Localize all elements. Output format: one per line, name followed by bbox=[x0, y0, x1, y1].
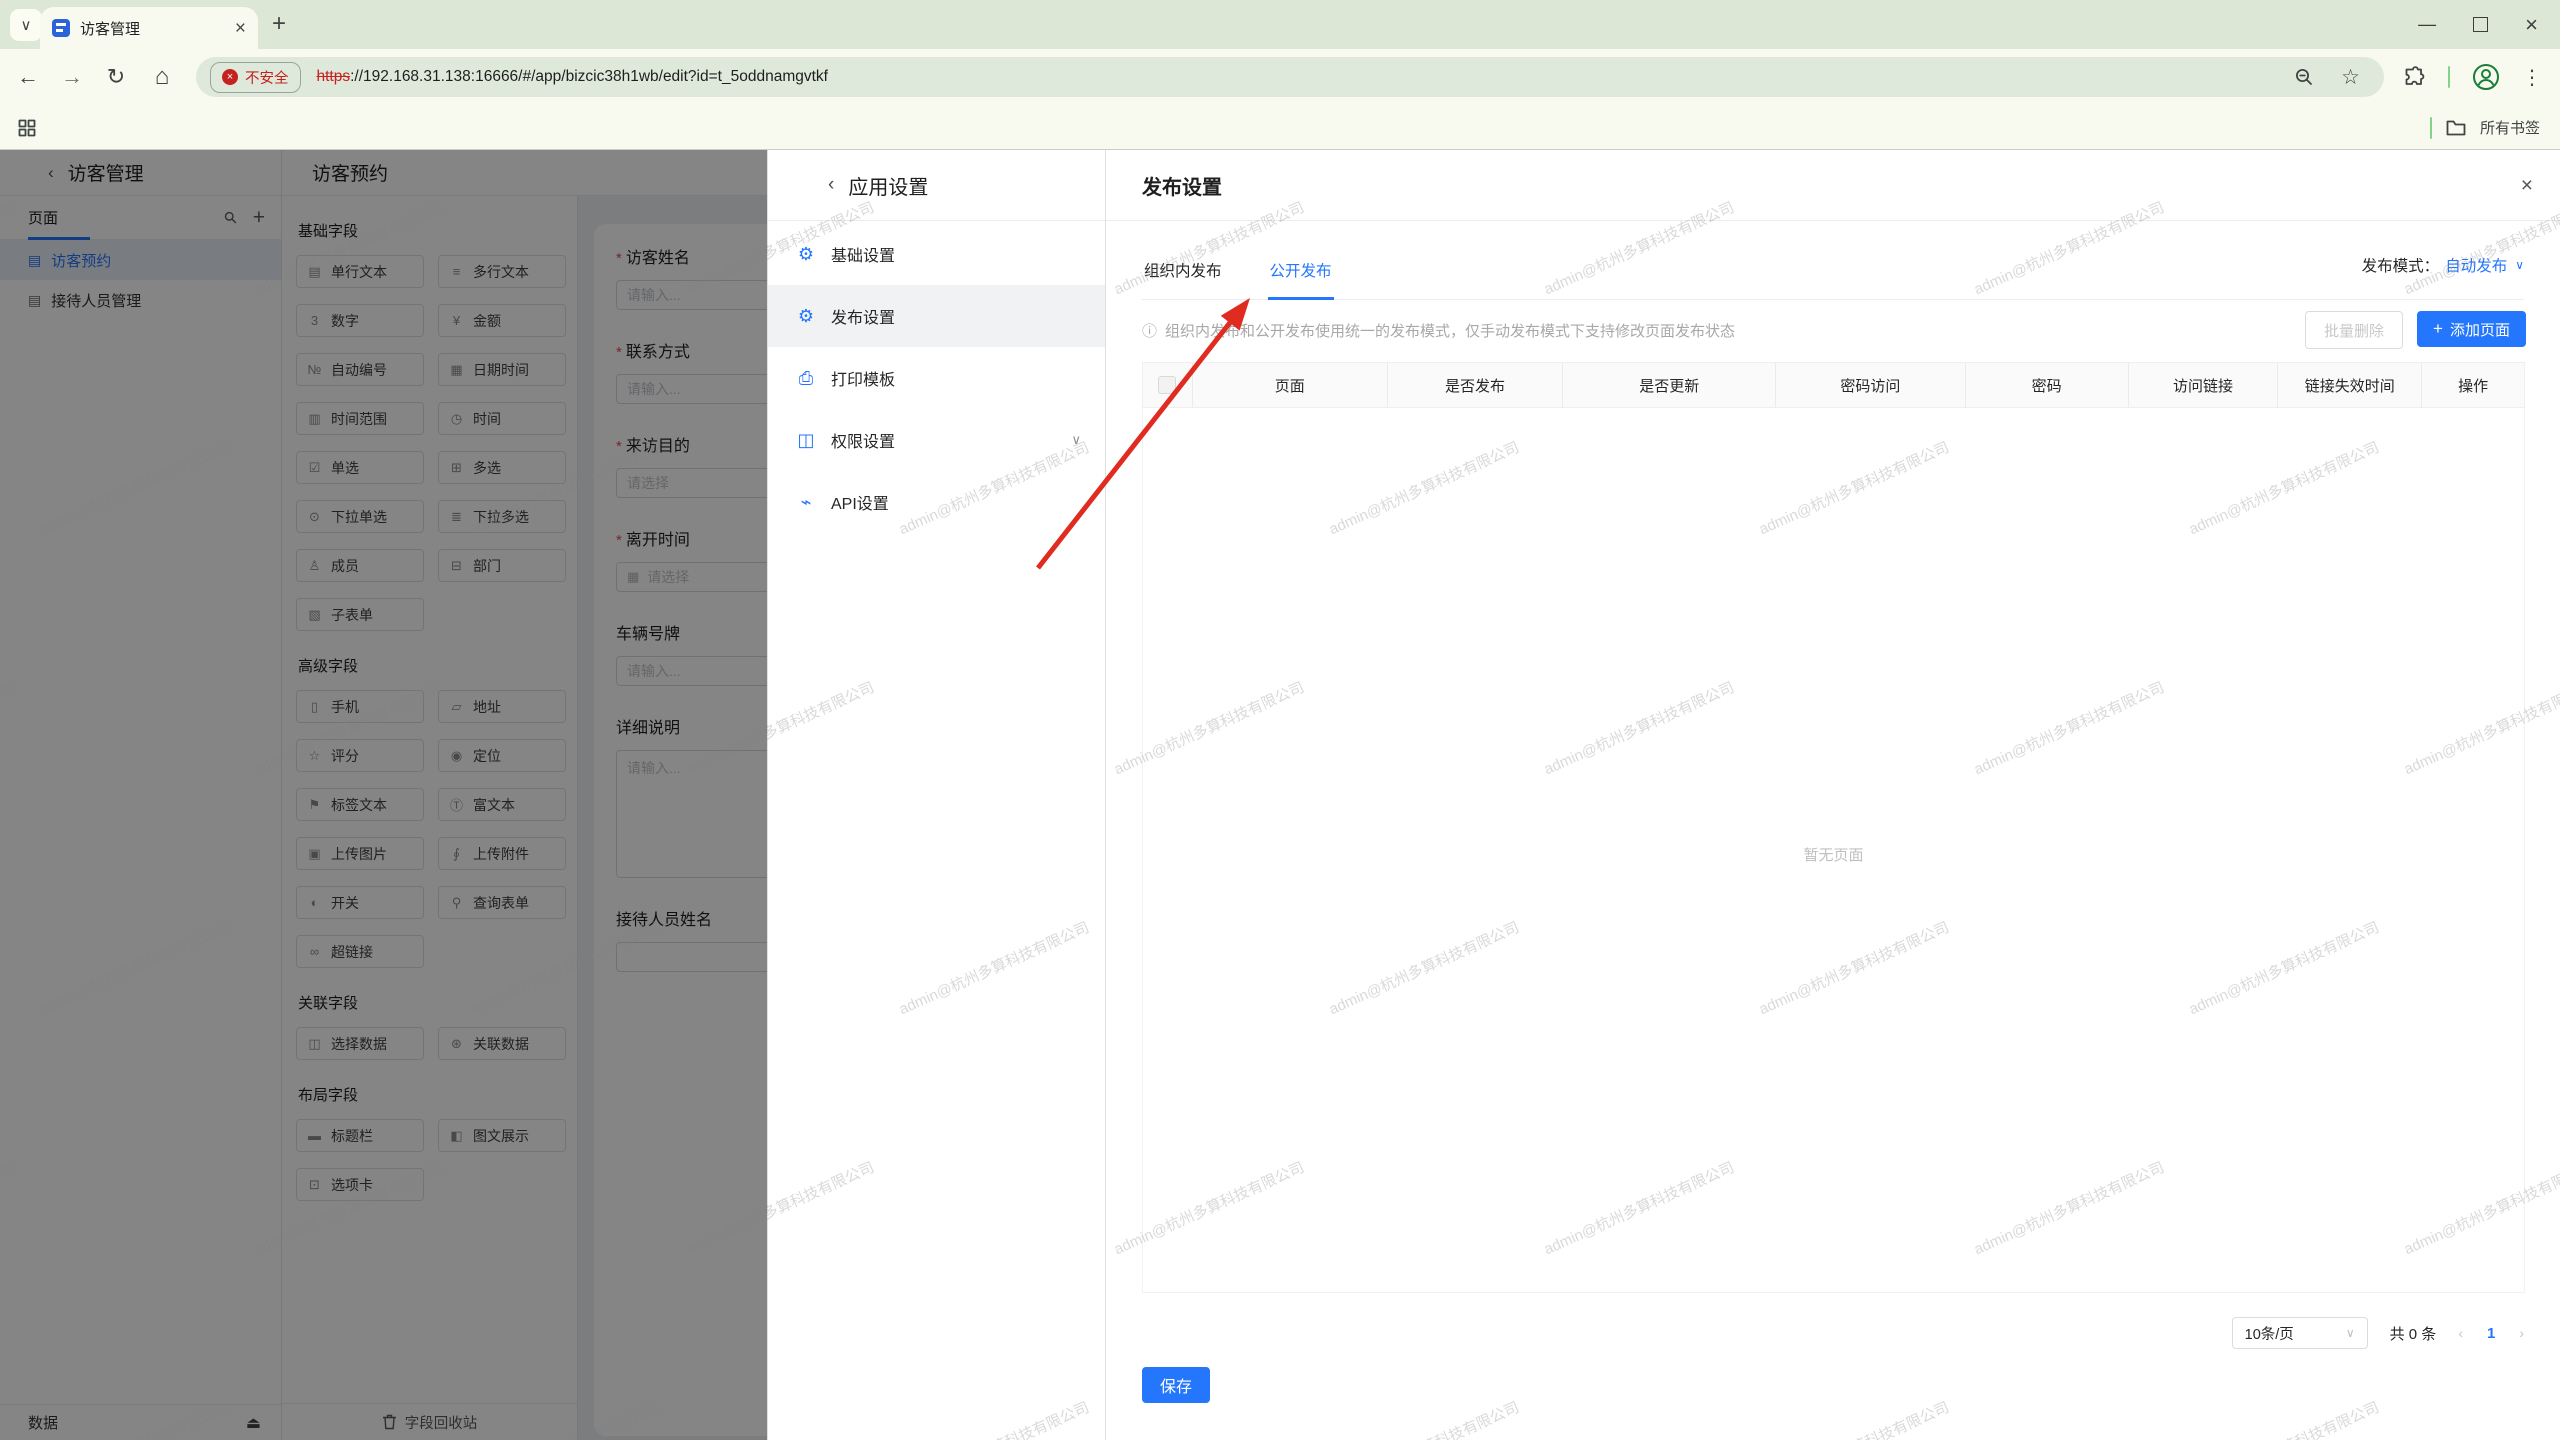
chevron-down-icon: ∨ bbox=[2345, 1326, 2355, 1340]
tab-title: 访客管理 bbox=[80, 20, 141, 38]
next-page-icon[interactable]: › bbox=[2519, 1325, 2524, 1341]
all-bookmarks-label[interactable]: 所有书签 bbox=[2480, 117, 2540, 138]
app-settings-panel: ‹ 应用设置 ⚙ 基础设置 ⚙ 发布设置 ⎙ 打印模板 ◫ 权限设置 ∨ ⌁ API设置 bbox=[767, 150, 1105, 1440]
security-chip[interactable]: × 不安全 bbox=[210, 61, 301, 93]
browser-toolbar: ← → ↻ ⌂ × 不安全 https://192.168.31.138:166… bbox=[0, 49, 2560, 105]
settings-item-发布设置[interactable]: ⚙ 发布设置 bbox=[768, 285, 1105, 347]
toolbar-separator bbox=[2448, 66, 2450, 88]
chevron-down-icon[interactable]: ∨ bbox=[2515, 258, 2524, 272]
new-tab-button[interactable]: + bbox=[272, 10, 286, 38]
empty-state: 暂无页面 bbox=[1803, 847, 1864, 864]
maximize-icon[interactable] bbox=[2473, 17, 2489, 32]
info-text: 组织内发布和公开发布使用统一的发布模式，仅手动发布模式下支持修改页面发布状态 bbox=[1165, 322, 1736, 340]
column-header-是否更新: 是否更新 bbox=[1562, 363, 1775, 407]
table-header: 页面 是否发布 是否更新 密码访问 密码 访问链接 链接失效时间 操作 bbox=[1142, 362, 2525, 408]
screen: ∨ 访客管理 × + — × ← → ↻ ⌂ × 不安全 https://192… bbox=[0, 0, 2560, 1440]
folder-icon bbox=[2446, 120, 2466, 135]
home-icon[interactable]: ⌂ bbox=[144, 49, 180, 105]
publish-info: ⓘ 组织内发布和公开发布使用统一的发布模式，仅手动发布模式下支持修改页面发布状态 bbox=[1142, 320, 1735, 341]
column-header-密码访问: 密码访问 bbox=[1775, 363, 1965, 407]
browser-tab-strip: ∨ 访客管理 × + — × bbox=[0, 0, 2560, 49]
back-icon[interactable]: ← bbox=[10, 49, 46, 105]
zoom-icon[interactable] bbox=[2293, 66, 2315, 88]
browser-tab[interactable]: 访客管理 × bbox=[40, 7, 258, 49]
publish-tabs: 组织内发布 公开发布 bbox=[1142, 240, 2524, 300]
settings-item-label: 基础设置 bbox=[831, 248, 896, 265]
column-header-是否发布: 是否发布 bbox=[1386, 363, 1563, 407]
pagination: 10条/页 ∨ 共 0 条 ‹ 1 › bbox=[2231, 1313, 2524, 1353]
table-body: 暂无页面 bbox=[1142, 408, 2525, 1293]
tab-search-button[interactable]: ∨ bbox=[10, 9, 42, 41]
permission-icon: ◫ bbox=[797, 429, 815, 450]
settings-item-基础设置[interactable]: ⚙ 基础设置 bbox=[768, 223, 1105, 285]
publish-mode-value[interactable]: 自动发布 bbox=[2445, 254, 2507, 276]
tab-公开发布[interactable]: 公开发布 bbox=[1267, 259, 1334, 300]
prev-page-icon[interactable]: ‹ bbox=[2458, 1325, 2463, 1341]
settings-item-打印模板[interactable]: ⎙ 打印模板 bbox=[768, 347, 1105, 409]
save-button[interactable]: 保存 bbox=[1142, 1367, 1210, 1403]
settings-item-label: 发布设置 bbox=[831, 310, 896, 327]
printer-icon: ⎙ bbox=[798, 367, 814, 388]
column-header-页面: 页面 bbox=[1191, 363, 1387, 407]
bookmarks-separator bbox=[2429, 116, 2432, 139]
select-all-checkbox[interactable] bbox=[1158, 376, 1177, 394]
publish-mode: 发布模式： 自动发布 ∨ bbox=[2362, 254, 2524, 276]
total-count: 共 0 条 bbox=[2389, 1325, 2437, 1343]
settings-back-icon[interactable]: ‹ bbox=[828, 174, 834, 196]
column-header-访问链接: 访问链接 bbox=[2127, 363, 2278, 407]
settings-menu: ⚙ 基础设置 ⚙ 发布设置 ⎙ 打印模板 ◫ 权限设置 ∨ ⌁ API设置 bbox=[768, 221, 1105, 533]
browser-menu-icon[interactable]: ⋮ bbox=[2522, 65, 2542, 90]
settings-item-权限设置[interactable]: ◫ 权限设置 ∨ bbox=[768, 409, 1105, 471]
page-size-select[interactable]: 10条/页 ∨ bbox=[2231, 1317, 2368, 1349]
info-icon: ⓘ bbox=[1142, 322, 1158, 340]
publish-title: 发布设置 bbox=[1142, 176, 1222, 199]
batch-delete-label: 批量删除 bbox=[2324, 322, 2385, 340]
pages-table: 页面 是否发布 是否更新 密码访问 密码 访问链接 链接失效时间 操作 暂无页面 bbox=[1142, 362, 2525, 1293]
address-bar[interactable]: × 不安全 https://192.168.31.138:16666/#/app… bbox=[196, 57, 2384, 97]
chevron-down-icon: ∨ bbox=[20, 17, 32, 34]
tab-close-icon[interactable]: × bbox=[235, 19, 246, 38]
forward-icon[interactable]: → bbox=[54, 49, 90, 105]
settings-item-label: 打印模板 bbox=[831, 372, 896, 389]
column-header-链接失效时间: 链接失效时间 bbox=[2277, 363, 2421, 407]
settings-item-label: API设置 bbox=[831, 496, 889, 513]
profile-avatar-icon[interactable] bbox=[2472, 63, 2500, 91]
gear-icon: ⚙ bbox=[797, 243, 815, 264]
publish-mode-label: 发布模式： bbox=[2361, 258, 2440, 275]
bookmarks-bar: 所有书签 bbox=[0, 105, 2560, 150]
chevron-down-icon[interactable]: ∨ bbox=[1071, 432, 1081, 448]
not-secure-icon: × bbox=[222, 69, 238, 85]
close-icon[interactable]: × bbox=[2521, 175, 2533, 196]
url-text: https://192.168.31.138:16666/#/app/bizci… bbox=[316, 68, 828, 85]
tab-组织内发布[interactable]: 组织内发布 bbox=[1142, 259, 1224, 299]
window-close-icon[interactable]: × bbox=[2525, 12, 2538, 38]
add-page-label: 添加页面 bbox=[2449, 321, 2510, 339]
apps-grid-icon[interactable] bbox=[18, 119, 36, 137]
site-favicon bbox=[52, 19, 70, 37]
gear-icon: ⚙ bbox=[797, 305, 815, 326]
api-icon: ⌁ bbox=[800, 491, 812, 512]
column-header-密码: 密码 bbox=[1964, 363, 2128, 407]
plus-icon: + bbox=[2433, 319, 2443, 338]
window-controls: — × bbox=[2418, 0, 2560, 49]
minimize-icon[interactable]: — bbox=[2418, 14, 2436, 35]
add-page-button[interactable]: + 添加页面 bbox=[2417, 311, 2526, 347]
header-checkbox-cell bbox=[1143, 363, 1192, 407]
batch-delete-button[interactable]: 批量删除 bbox=[2305, 311, 2404, 349]
settings-title: 应用设置 bbox=[848, 176, 929, 199]
publish-settings-panel: 发布设置 × 组织内发布 公开发布 发布模式： 自动发布 ∨ ⓘ 组织内发布和公开… bbox=[1105, 150, 2560, 1440]
settings-item-API设置[interactable]: ⌁ API设置 bbox=[768, 471, 1105, 533]
extensions-icon[interactable] bbox=[2402, 65, 2426, 89]
settings-item-label: 权限设置 bbox=[831, 434, 896, 451]
bookmark-star-icon[interactable]: ☆ bbox=[2341, 65, 2360, 90]
page-size-value: 10条/页 bbox=[2244, 1326, 2294, 1343]
current-page[interactable]: 1 bbox=[2487, 1325, 2495, 1342]
column-header-操作: 操作 bbox=[2421, 363, 2524, 407]
reload-icon[interactable]: ↻ bbox=[98, 49, 134, 105]
security-label: 不安全 bbox=[245, 70, 289, 87]
